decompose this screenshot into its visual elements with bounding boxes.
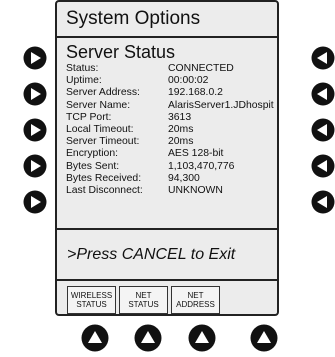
row-label: Status: bbox=[66, 63, 99, 74]
play-left-icon bbox=[311, 46, 335, 70]
row-value: UNKNOWN bbox=[168, 184, 223, 196]
play-right-icon bbox=[23, 118, 47, 142]
softkey-label-line2: STATUS bbox=[76, 300, 107, 309]
row-value: 3613 bbox=[168, 111, 192, 123]
divider bbox=[57, 228, 277, 230]
play-left-icon bbox=[311, 154, 335, 178]
row-value: 1,103,470,776 bbox=[168, 160, 235, 172]
play-left-icon bbox=[311, 118, 335, 142]
net-address-softkey[interactable]: NET ADDRESS bbox=[171, 286, 220, 314]
row-value: 20ms bbox=[168, 123, 194, 135]
play-right-icon bbox=[23, 82, 47, 106]
left-softkey-1[interactable] bbox=[23, 46, 47, 70]
play-right-icon bbox=[23, 46, 47, 70]
softkey-label-line1: WIRELESS bbox=[70, 291, 113, 300]
bottom-softkey-4[interactable] bbox=[250, 324, 278, 352]
row-label: Last Disconnect: bbox=[66, 184, 143, 196]
divider bbox=[57, 279, 277, 281]
bottom-softkey-2[interactable] bbox=[134, 324, 162, 352]
softkey-label-line1: NET bbox=[135, 291, 152, 300]
row-value: 94,300 bbox=[168, 172, 200, 184]
row-label: Encryption: bbox=[66, 148, 118, 160]
wireless-status-softkey[interactable]: WIRELESS STATUS bbox=[67, 286, 116, 314]
play-up-icon bbox=[188, 324, 216, 352]
right-softkey-3[interactable] bbox=[311, 118, 335, 142]
right-softkey-4[interactable] bbox=[311, 154, 335, 178]
play-right-icon bbox=[23, 190, 47, 214]
play-up-icon bbox=[134, 324, 162, 352]
net-status-softkey[interactable]: NET STATUS bbox=[119, 286, 168, 314]
softkey-label-line1: NET bbox=[187, 291, 204, 300]
row-value: AES 128-bit bbox=[168, 148, 224, 160]
left-softkey-4[interactable] bbox=[23, 154, 47, 178]
row-label: TCP Port: bbox=[66, 111, 112, 123]
row-label: Uptime: bbox=[66, 75, 102, 87]
device-display: System Options Server Status Status: CONN… bbox=[55, 0, 279, 316]
softkey-label-line2: ADDRESS bbox=[176, 300, 215, 309]
row-label: Local Timeout: bbox=[66, 123, 134, 135]
play-left-icon bbox=[311, 82, 335, 106]
right-softkey-1[interactable] bbox=[311, 46, 335, 70]
cancel-prompt: >Press CANCEL to Exit bbox=[67, 246, 236, 263]
play-up-icon bbox=[81, 324, 109, 352]
play-right-icon bbox=[23, 154, 47, 178]
play-up-icon bbox=[250, 324, 278, 352]
right-softkey-2[interactable] bbox=[311, 82, 335, 106]
left-softkey-3[interactable] bbox=[23, 118, 47, 142]
bottom-softkey-3[interactable] bbox=[188, 324, 216, 352]
softkey-label-line2: STATUS bbox=[128, 300, 159, 309]
right-softkey-5[interactable] bbox=[311, 190, 335, 214]
left-softkey-5[interactable] bbox=[23, 190, 47, 214]
row-value: CONNECTED bbox=[168, 63, 234, 74]
row-label: Server Timeout: bbox=[66, 136, 140, 148]
row-label: Server Address: bbox=[66, 87, 140, 99]
play-left-icon bbox=[311, 190, 335, 214]
section-title: Server Status bbox=[66, 42, 176, 62]
left-softkey-2[interactable] bbox=[23, 82, 47, 106]
row-value: 00:00:02 bbox=[168, 75, 209, 87]
row-label: Server Name: bbox=[66, 99, 131, 111]
row-value: 192.168.0.2 bbox=[168, 87, 223, 99]
row-value: AlarisServer1.JDhospit bbox=[168, 99, 274, 111]
screen-title: System Options bbox=[57, 2, 277, 38]
bottom-softkey-1[interactable] bbox=[81, 324, 109, 352]
row-label: Bytes Received: bbox=[66, 172, 142, 184]
row-value: 20ms bbox=[168, 136, 194, 148]
row-label: Bytes Sent: bbox=[66, 160, 120, 172]
